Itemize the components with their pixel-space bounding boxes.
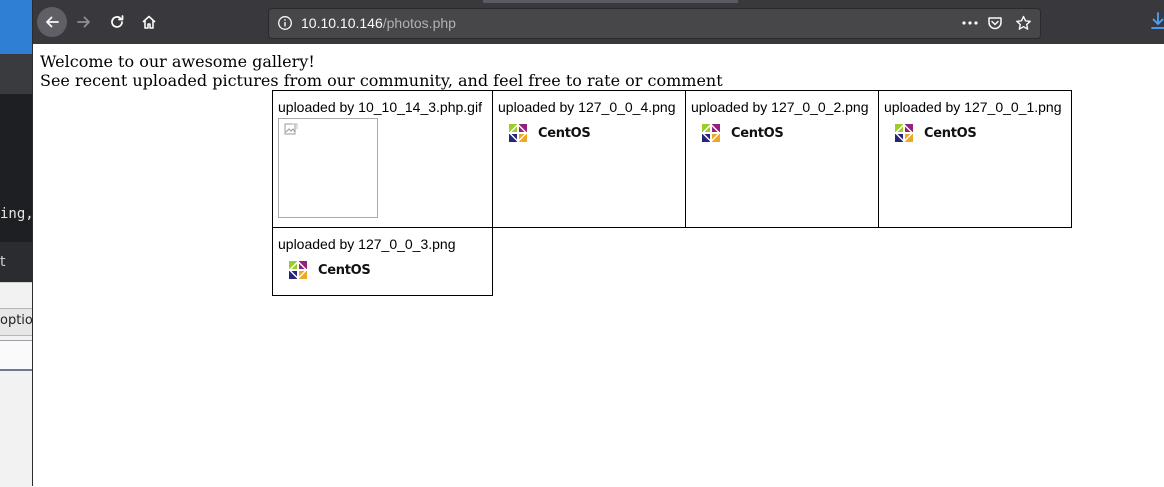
centos-logo-text: CentOS [924, 125, 977, 141]
centos-logo[interactable]: CentOS [697, 119, 784, 147]
info-icon[interactable] [277, 15, 293, 31]
gallery-item: uploaded by 127_0_0_2.png CentOS [685, 90, 879, 228]
broken-image[interactable] [278, 118, 378, 218]
web-page: Welcome to our awesome gallery! See rece… [33, 44, 1164, 486]
gallery-subtitle: See recent uploaded pictures from our co… [40, 71, 723, 90]
more-actions-icon[interactable] [961, 15, 979, 31]
upload-label: uploaded by 10_10_14_3.php.gif [278, 99, 482, 115]
pocket-icon[interactable] [987, 15, 1003, 31]
address-bar[interactable]: 10.10.10.146/photos.php [268, 8, 1041, 39]
gallery-item: uploaded by 10_10_14_3.php.gif [272, 90, 493, 228]
home-icon [142, 15, 156, 29]
centos-logo[interactable]: CentOS [890, 119, 977, 147]
background-field [0, 340, 32, 371]
options-label: optio [0, 313, 33, 328]
download-icon[interactable] [1150, 12, 1164, 30]
centos-logo-text: CentOS [318, 262, 371, 278]
centos-logo[interactable]: CentOS [284, 256, 371, 284]
url-path: /photos.php [382, 15, 456, 31]
background-window: ing, t optio [0, 0, 34, 487]
upload-label: uploaded by 127_0_0_3.png [278, 236, 456, 252]
tab-indicator [483, 0, 738, 3]
centos-logo-text: CentOS [731, 125, 784, 141]
bookmark-star-icon[interactable] [1015, 15, 1032, 31]
background-dark-band [0, 54, 32, 94]
panel-text: t [0, 254, 6, 270]
centos-logo[interactable]: CentOS [504, 119, 591, 147]
centos-emblem-icon [698, 120, 724, 146]
broken-image-icon [284, 123, 298, 135]
browser-toolbar: 10.10.10.146/photos.php [33, 0, 1164, 44]
welcome-heading: Welcome to our awesome gallery! [40, 52, 315, 71]
url-text[interactable]: 10.10.10.146/photos.php [301, 15, 456, 31]
upload-label: uploaded by 127_0_0_4.png [498, 99, 676, 115]
gallery-item: uploaded by 127_0_0_3.png CentOS [272, 227, 493, 296]
reload-icon [111, 15, 124, 28]
centos-emblem-icon [505, 120, 531, 146]
reload-button[interactable] [103, 8, 131, 36]
url-host: 10.10.10.146 [301, 15, 383, 31]
upload-label: uploaded by 127_0_0_2.png [691, 99, 869, 115]
back-arrow-icon [46, 16, 59, 28]
background-header [0, 0, 32, 54]
forward-button[interactable] [70, 8, 98, 36]
upload-label: uploaded by 127_0_0_1.png [884, 99, 1062, 115]
forward-arrow-icon [77, 16, 90, 28]
gallery-item: uploaded by 127_0_0_1.png CentOS [878, 90, 1072, 228]
gallery-item: uploaded by 127_0_0_4.png CentOS [492, 90, 686, 228]
home-button[interactable] [135, 8, 163, 36]
centos-emblem-icon [285, 257, 311, 283]
back-button[interactable] [37, 7, 67, 37]
centos-logo-text: CentOS [538, 125, 591, 141]
terminal-text: ing, [0, 206, 34, 222]
centos-emblem-icon [891, 120, 917, 146]
